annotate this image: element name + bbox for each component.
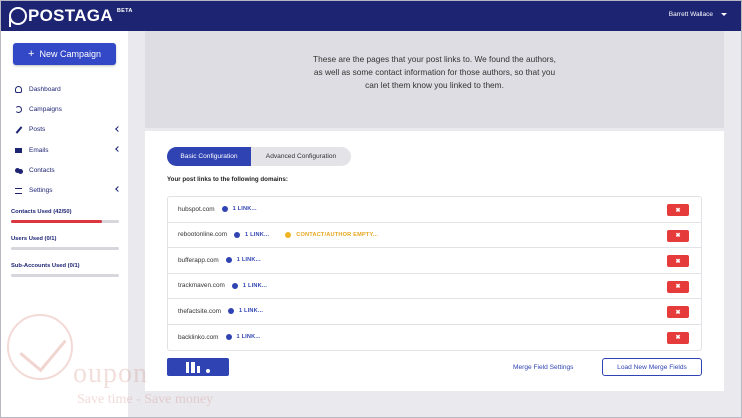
beta-badge: BETA <box>116 8 133 14</box>
link-dot-icon <box>221 206 228 213</box>
domain-name: trackmaven.com <box>178 282 225 290</box>
domain-row: thefactsite.com 1 LINK... ✖ <box>168 299 701 325</box>
delete-button[interactable]: ✖ <box>667 306 689 318</box>
sidebar-item-label: Dashboard <box>29 85 61 93</box>
domain-row: hubspot.com 1 LINK... ✖ <box>168 197 701 223</box>
domain-name: thefactsite.com <box>178 307 221 315</box>
sidebar-item-label: Campaigns <box>29 105 62 113</box>
usage-bar <box>11 220 119 223</box>
warning-dot-icon <box>285 231 292 238</box>
sliders-icon <box>15 187 22 194</box>
sidebar-item-label: Contacts <box>29 166 55 174</box>
sidebar-nav: Dashboard Campaigns Posts Emails Contact… <box>1 79 128 201</box>
links-link[interactable]: 1 LINK... <box>233 206 257 212</box>
bar-icon <box>196 365 201 373</box>
sidebar-item-settings[interactable]: Settings <box>1 180 128 200</box>
domains-table: hubspot.com 1 LINK... ✖ rebootonline.com… <box>167 196 702 351</box>
link-dot-icon <box>225 257 232 264</box>
sidebar-item-contacts[interactable]: Contacts <box>1 160 128 180</box>
dashboard-icon <box>15 85 22 93</box>
logo-text: POSTAGA <box>28 6 113 25</box>
link-dot-icon <box>234 231 241 238</box>
bar-icon <box>191 361 195 373</box>
merge-field-settings-link[interactable]: Merge Field Settings <box>513 364 573 371</box>
info-line: as well as some contact information for … <box>313 67 556 77</box>
domain-name: rebootonline.com <box>178 231 228 239</box>
export-button[interactable] <box>167 358 229 376</box>
usage-bar <box>11 274 119 277</box>
users-used-stat: Users Used (0/1) <box>11 236 119 250</box>
delete-button[interactable]: ✖ <box>667 280 689 293</box>
users-icon <box>15 167 20 173</box>
delete-button[interactable]: ✖ <box>667 331 689 344</box>
sidebar-item-label: Emails <box>29 146 49 154</box>
pencil-icon <box>15 126 23 134</box>
info-panel: These are the pages that your post links… <box>145 31 724 128</box>
delete-button[interactable]: ✖ <box>667 204 689 216</box>
chevron-left-icon <box>115 146 121 152</box>
top-bar: POSTAGA BETA Barrett Wallace <box>1 1 741 31</box>
config-tabs: Basic Configuration Advanced Configurati… <box>167 147 351 166</box>
chevron-left-icon <box>115 186 121 193</box>
chevron-left-icon <box>115 125 121 132</box>
sub-accounts-used-stat: Sub-Accounts Used (0/1) <box>11 263 119 277</box>
app-window: POSTAGA BETA Barrett Wallace + New Campa… <box>0 0 742 418</box>
link-dot-icon <box>231 282 238 289</box>
delete-button[interactable]: ✖ <box>667 255 689 267</box>
links-link[interactable]: 1 LINK... <box>239 308 263 314</box>
bar-icon <box>185 361 190 373</box>
usage-bar <box>11 247 119 250</box>
stat-label: Users Used (0/1) <box>11 236 57 242</box>
domain-name: bufferapp.com <box>178 256 219 264</box>
links-link[interactable]: 1 LINK... <box>237 257 261 263</box>
stat-label: Contacts Used (42/50) <box>11 209 72 215</box>
domains-heading: Your post links to the following domains… <box>167 176 288 183</box>
envelope-icon <box>15 147 22 153</box>
info-line: can let them know you linked to them. <box>365 80 504 90</box>
info-line: These are the pages that your post links… <box>313 54 556 64</box>
load-new-merge-fields-button[interactable]: Load New Merge Fields <box>602 358 702 376</box>
domain-row: trackmaven.com 1 LINK... ✖ <box>168 274 701 299</box>
delete-button[interactable]: ✖ <box>667 229 689 242</box>
tab-advanced-configuration[interactable]: Advanced Configuration <box>251 147 351 166</box>
refresh-icon <box>15 105 22 113</box>
stat-label: Sub-Accounts Used (0/1) <box>11 263 80 269</box>
sidebar-item-posts[interactable]: Posts <box>1 120 128 140</box>
cursor-icon <box>206 369 211 373</box>
sidebar-item-label: Settings <box>29 187 53 195</box>
usage-fill <box>11 220 102 223</box>
links-link[interactable]: 1 LINK... <box>237 334 261 340</box>
postaga-logo[interactable]: POSTAGA BETA <box>8 6 133 27</box>
plus-icon: + <box>28 48 35 60</box>
link-dot-icon <box>225 334 232 341</box>
links-link[interactable]: 1 LINK... <box>243 283 267 289</box>
domain-name: backlinko.com <box>178 333 219 341</box>
logo-mark <box>8 7 27 27</box>
contact-warning-link[interactable]: CONTACT/AUTHOR EMPTY... <box>296 232 378 238</box>
new-campaign-label: New Campaign <box>39 49 101 59</box>
sidebar: + New Campaign Dashboard Campaigns Posts… <box>1 31 128 417</box>
tab-basic-configuration[interactable]: Basic Configuration <box>167 147 251 166</box>
sidebar-item-campaigns[interactable]: Campaigns <box>1 99 128 119</box>
sidebar-item-emails[interactable]: Emails <box>1 140 128 160</box>
domain-name: hubspot.com <box>178 205 215 213</box>
info-text: These are the pages that your post links… <box>145 53 724 92</box>
sidebar-item-label: Posts <box>29 126 46 134</box>
contacts-used-stat: Contacts Used (42/50) <box>11 209 119 223</box>
sidebar-item-dashboard[interactable]: Dashboard <box>1 79 128 99</box>
link-dot-icon <box>227 308 234 315</box>
caret-down-icon[interactable] <box>721 13 727 16</box>
new-campaign-button[interactable]: + New Campaign <box>13 43 116 65</box>
domain-row: backlinko.com 1 LINK... ✖ <box>168 325 701 351</box>
links-link[interactable]: 1 LINK... <box>245 232 269 238</box>
domain-row: rebootonline.com 1 LINK... CONTACT/AUTHO… <box>168 223 701 248</box>
domain-row: bufferapp.com 1 LINK... ✖ <box>168 248 701 274</box>
user-menu[interactable]: Barrett Wallace <box>669 11 713 18</box>
